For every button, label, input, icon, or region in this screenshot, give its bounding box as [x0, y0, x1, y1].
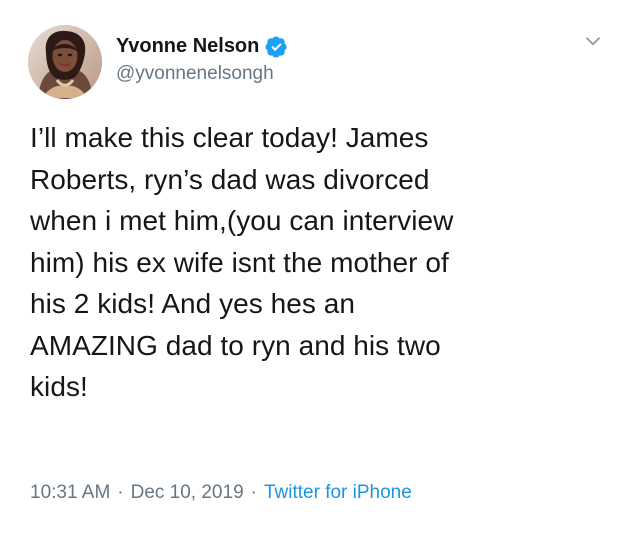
meta-separator: · [250, 482, 257, 503]
tweet-card: Yvonne Nelson @yvonnenelsongh I’ll make … [0, 0, 640, 546]
tweet-text-line: him) his ex wife isnt the mother of [30, 246, 449, 278]
tweet-text-line: his 2 kids! And yes hes an [30, 288, 356, 319]
display-name[interactable]: Yvonne Nelson [116, 35, 259, 58]
verified-badge-icon [265, 35, 288, 58]
tweet-text-line: I’ll make this clear today! James [30, 122, 429, 153]
tweet-text-line: Roberts, ryn’s dad was divorced [30, 163, 430, 195]
tweet-metadata: 10:31 AM · Dec 10, 2019 · Twitter for iP… [30, 478, 412, 508]
tweet-text-line: kids! [30, 371, 88, 402]
tweet-text: I’ll make this clear today! James Robert… [30, 117, 615, 408]
tweet-header: Yvonne Nelson @yvonnenelsongh [28, 22, 612, 102]
author-info: Yvonne Nelson @yvonnenelsongh [116, 32, 536, 96]
chevron-down-icon [584, 32, 602, 55]
tweet-date[interactable]: Dec 10, 2019 [131, 482, 244, 504]
tweet-menu-button[interactable] [580, 30, 606, 56]
tweet-source-link[interactable]: Twitter for iPhone [264, 482, 412, 504]
author-name-row: Yvonne Nelson [116, 32, 536, 60]
avatar[interactable] [28, 25, 102, 99]
tweet-time[interactable]: 10:31 AM [30, 482, 110, 504]
meta-separator: · [117, 482, 124, 503]
tweet-text-line: AMAZING dad to ryn and his two [30, 329, 441, 361]
tweet-text-line: when i met him,(you can interview [30, 205, 454, 236]
user-handle[interactable]: @yvonnenelsongh [116, 63, 536, 85]
